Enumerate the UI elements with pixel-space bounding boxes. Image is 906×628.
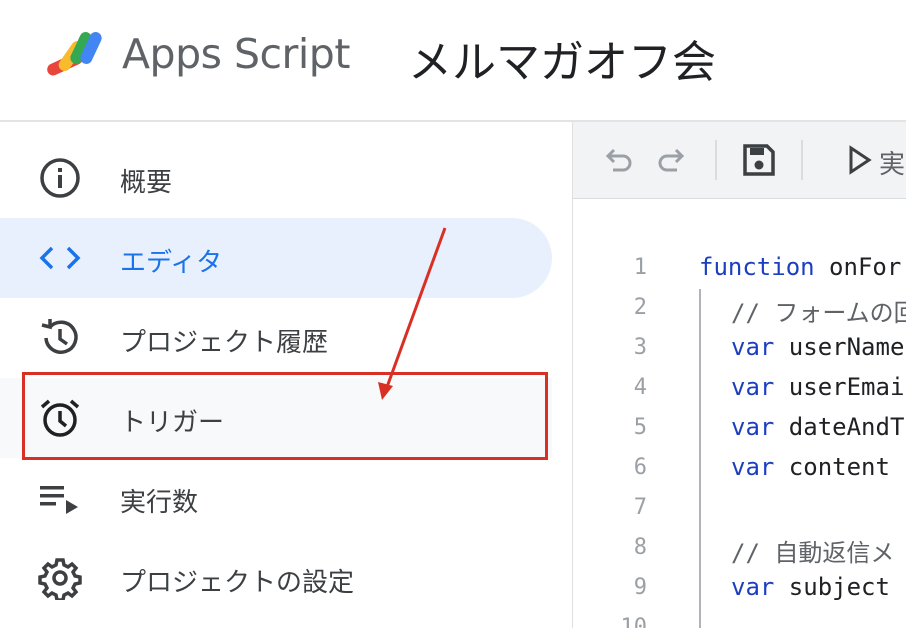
code-line[interactable]: 1 function onFor	[573, 249, 906, 289]
sidebar-item-project-settings[interactable]: プロジェクトの設定	[0, 538, 552, 618]
code-text: var dateAndT	[731, 413, 904, 441]
code-line[interactable]: 10	[573, 609, 906, 628]
line-number: 7	[633, 495, 647, 520]
toolbar-divider	[801, 140, 803, 180]
code-keyword: function	[699, 253, 815, 281]
code-editor-panel: 実 1 function onFor 2 // フォームの回 3 var userName…	[572, 122, 906, 628]
sidebar-item-overview[interactable]: 概要	[0, 138, 552, 218]
code-rest: subject	[774, 573, 890, 601]
code-rest: // フォームの回	[731, 299, 906, 327]
app-header: Apps Script メルマガオフ会	[0, 0, 906, 122]
code-text: var userName	[731, 333, 904, 361]
code-rest: userEmai	[774, 373, 905, 401]
code-line[interactable]: 7	[573, 489, 906, 529]
line-number: 2	[633, 295, 647, 320]
line-number: 1	[633, 255, 647, 280]
code-text: // 自動返信メ	[731, 533, 894, 568]
code-line[interactable]: 2 // フォームの回	[573, 289, 906, 329]
run-play-icon[interactable]	[841, 140, 881, 180]
code-rest: content	[774, 453, 890, 481]
sidebar-item-label: プロジェクトの設定	[120, 568, 355, 598]
code-line[interactable]: 6 var content	[573, 449, 906, 489]
history-icon	[41, 319, 78, 354]
app-name[interactable]: Apps Script	[122, 30, 350, 78]
sidebar-item-project-history[interactable]: プロジェクト履歴	[0, 298, 552, 378]
code-line[interactable]: 8 // 自動返信メ	[573, 529, 906, 569]
sidebar-item-label: 実行数	[120, 488, 199, 518]
code-rest: userName	[774, 333, 905, 361]
editor-toolbar: 実	[573, 122, 906, 199]
code-text: var userEmai	[731, 373, 904, 401]
code-keyword: var	[731, 573, 775, 601]
code-text: var subject	[731, 573, 890, 601]
sidebar-item-label: 概要	[120, 168, 173, 198]
apps-script-logo-icon[interactable]	[42, 28, 108, 80]
line-number: 5	[633, 415, 647, 440]
undo-icon[interactable]	[597, 140, 637, 180]
line-number: 9	[633, 575, 647, 600]
code-text: var content	[731, 453, 890, 481]
sidebar-item-label: プロジェクト履歴	[120, 328, 329, 358]
code-rest: // 自動返信メ	[731, 539, 895, 567]
run-button-label[interactable]: 実	[879, 144, 905, 181]
code-keyword: var	[731, 453, 775, 481]
sidebar-item-executions[interactable]: 実行数	[0, 458, 552, 538]
save-icon[interactable]	[739, 140, 779, 180]
line-number: 4	[633, 375, 647, 400]
code-line[interactable]: 4 var userEmai	[573, 369, 906, 409]
code-line[interactable]: 3 var userName	[573, 329, 906, 369]
code-line[interactable]: 9 var subject	[573, 569, 906, 609]
code-icon	[39, 246, 81, 270]
executions-list-icon	[40, 486, 78, 514]
gear-icon	[38, 558, 82, 600]
sidebar-item-editor[interactable]: エディタ	[0, 218, 552, 298]
sidebar-item-label: エディタ	[120, 248, 223, 278]
code-line[interactable]: 5 var dateAndT	[573, 409, 906, 449]
info-icon	[40, 158, 80, 198]
code-rest: dateAndT	[774, 413, 905, 441]
code-keyword: var	[731, 333, 775, 361]
annotation-highlight-box	[22, 372, 548, 460]
line-number: 6	[633, 455, 647, 480]
line-number: 8	[633, 535, 647, 560]
line-number: 3	[633, 335, 647, 360]
code-rest: onFor	[814, 253, 902, 281]
line-number: 10	[620, 615, 648, 628]
code-keyword: var	[731, 413, 775, 441]
toolbar-divider	[715, 140, 717, 180]
code-keyword: var	[731, 373, 775, 401]
project-title[interactable]: メルマガオフ会	[408, 26, 716, 90]
code-text: // フォームの回	[731, 293, 906, 328]
code-text: function onFor	[699, 253, 901, 281]
code-area[interactable]: 1 function onFor 2 // フォームの回 3 var userName 4 v…	[573, 199, 906, 628]
redo-icon[interactable]	[653, 140, 693, 180]
